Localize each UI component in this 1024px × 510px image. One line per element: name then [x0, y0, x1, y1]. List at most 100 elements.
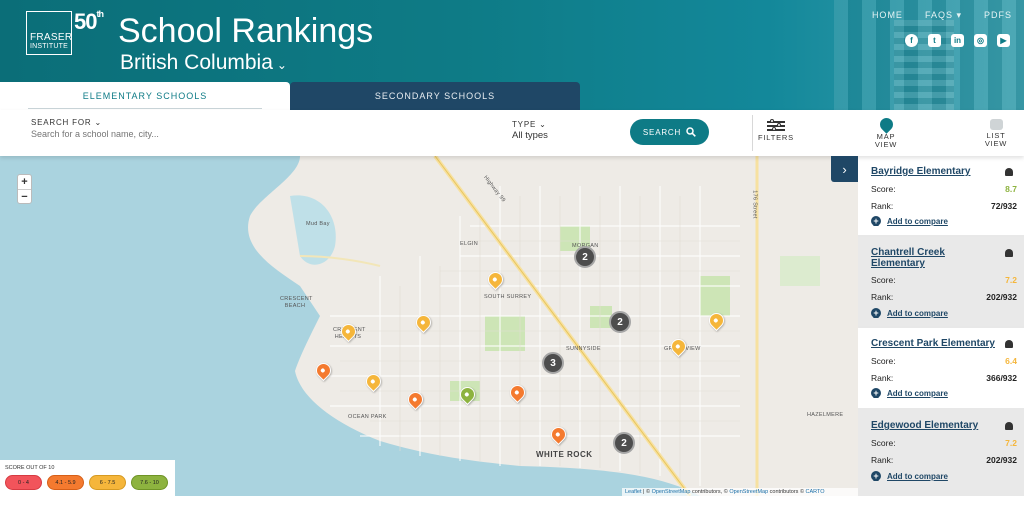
search-icon [686, 127, 696, 137]
school-cluster[interactable]: 2 [574, 246, 596, 268]
anniversary-number: 50 [74, 9, 98, 34]
search-for-dropdown[interactable]: SEARCH FOR ⌄ [31, 118, 102, 127]
nav-pdfs[interactable]: PDFS [984, 10, 1012, 21]
legend-range-low: 0 - 4 [5, 475, 42, 490]
add-to-compare-label: Add to compare [887, 216, 948, 226]
app-root: FRASER INSTITUTE 50th School Rankings Br… [0, 0, 1024, 510]
osm-link[interactable]: OpenStreetMap [652, 489, 691, 495]
school-cluster[interactable]: 2 [613, 432, 635, 454]
bell-icon[interactable] [1005, 340, 1013, 348]
logo-line1: FRASER [30, 32, 73, 43]
linkedin-icon[interactable]: in [951, 34, 964, 47]
twitter-icon[interactable]: t [928, 34, 941, 47]
school-card: Chantrell Creek Elementary Score: 7.2 Ran… [858, 237, 1024, 326]
score-value: 7.2 [1005, 438, 1017, 448]
leaflet-link[interactable]: Leaflet [625, 489, 642, 495]
rank-value: 72/932 [991, 201, 1017, 211]
school-card: Edgewood Elementary Score: 7.2 Rank: 202/9… [858, 410, 1024, 490]
youtube-icon[interactable]: ▶ [997, 34, 1010, 47]
tab-elementary-schools[interactable]: ELEMENTARY SCHOOLS [0, 82, 290, 110]
map-attribution: Leaflet | © OpenStreetMap contributors, … [622, 488, 858, 496]
map-label: Mud Bay [306, 221, 330, 227]
rank-row: Rank: 202/932 [871, 455, 1017, 465]
plus-icon: + [871, 388, 881, 398]
school-cluster[interactable]: 3 [542, 352, 564, 374]
map-label: SUNNYSIDE [566, 346, 601, 352]
score-legend: SCORE OUT OF 10 0 - 4 4.1 - 5.9 6 - 7.5 … [0, 460, 175, 496]
zoom-in-button[interactable]: + [18, 175, 31, 189]
filters-label: FILTERS [758, 133, 794, 142]
type-select[interactable]: All types [512, 130, 548, 141]
legend-title: SCORE OUT OF 10 [5, 465, 55, 471]
school-cluster[interactable]: 2 [609, 311, 631, 333]
anniversary-suffix: th [96, 9, 103, 19]
chevron-right-icon: › [842, 161, 847, 177]
type-label-text: TYPE [512, 120, 537, 129]
school-card: Bayridge Elementary Score: 8.7 Rank: 72/93… [858, 156, 1024, 235]
map-label: OCEAN PARK [348, 414, 387, 420]
score-label: Score: [871, 184, 896, 194]
instagram-icon[interactable]: ◎ [974, 34, 987, 47]
school-name-link[interactable]: Edgewood Elementary [871, 420, 1001, 431]
nav-faqs[interactable]: FAQS ▾ [925, 10, 962, 21]
map-view-button[interactable]: MAP VIEW [861, 115, 911, 150]
search-bar: SEARCH FOR ⌄ TYPE ⌄ All types SEARCH FIL… [0, 110, 1024, 156]
map-label-street: 176 Street [751, 190, 758, 219]
filters-button[interactable]: FILTERS [751, 116, 801, 150]
collapse-sidebar-button[interactable]: › [831, 156, 858, 182]
tab-divider-line [28, 108, 262, 109]
list-view-label: LIST VIEW [984, 131, 1008, 148]
tab-secondary-schools[interactable]: SECONDARY SCHOOLS [290, 82, 580, 110]
school-name-link[interactable]: Chantrell Creek Elementary [871, 247, 1001, 269]
map-label-white-rock: WHITE ROCK [536, 450, 593, 459]
anniversary-badge: 50th [74, 9, 104, 35]
list-view-button[interactable]: LIST VIEW [971, 116, 1021, 150]
score-row: Score: 7.2 [871, 438, 1017, 448]
add-to-compare-button[interactable]: + Add to compare [871, 308, 948, 318]
score-value: 8.7 [1005, 184, 1017, 194]
search-button[interactable]: SEARCH [630, 119, 709, 145]
add-to-compare-label: Add to compare [887, 388, 948, 398]
chevron-down-icon: ⌄ [539, 120, 547, 129]
add-to-compare-button[interactable]: + Add to compare [871, 471, 948, 481]
school-name-link[interactable]: Crescent Park Elementary [871, 338, 1021, 349]
province-selector[interactable]: British Columbia ⌄ [120, 51, 287, 75]
add-to-compare-button[interactable]: + Add to compare [871, 216, 948, 226]
search-input[interactable] [31, 128, 471, 140]
rank-row: Rank: 366/932 [871, 373, 1017, 383]
fraser-institute-logo[interactable]: FRASER INSTITUTE [26, 11, 72, 55]
rank-row: Rank: 72/932 [871, 201, 1017, 211]
logo-line2: INSTITUTE [30, 43, 68, 50]
nav-home[interactable]: HOME [872, 10, 903, 21]
facebook-icon[interactable]: f [905, 34, 918, 47]
score-row: Score: 7.2 [871, 275, 1017, 285]
list-icon [989, 119, 1003, 130]
zoom-out-button[interactable]: − [18, 189, 31, 203]
bell-icon[interactable] [1005, 168, 1013, 176]
osm-link[interactable]: OpenStreetMap [729, 489, 768, 495]
search-button-label: SEARCH [642, 127, 682, 137]
map-canvas[interactable]: Mud Bay ELGIN MORGAN SOUTH SURREY CRESCE… [0, 156, 858, 496]
add-to-compare-button[interactable]: + Add to compare [871, 388, 948, 398]
map-label: CRESCENT BEACH [280, 296, 313, 309]
attribution-text: contributors © [768, 489, 806, 495]
rank-value: 202/932 [986, 292, 1017, 302]
school-name-link[interactable]: Bayridge Elementary [871, 166, 1001, 177]
add-to-compare-label: Add to compare [887, 471, 948, 481]
plus-icon: + [871, 471, 881, 481]
top-navigation: HOME FAQS ▾ PDFS [872, 10, 1012, 21]
map-label: SOUTH SURREY [484, 294, 532, 300]
school-list-panel: Bayridge Elementary Score: 8.7 Rank: 72/93… [858, 156, 1024, 496]
rank-value: 202/932 [986, 455, 1017, 465]
score-value: 6.4 [1005, 356, 1017, 366]
rank-value: 366/932 [986, 373, 1017, 383]
carto-link[interactable]: CARTO [806, 489, 825, 495]
bell-icon[interactable] [1005, 249, 1013, 257]
bell-icon[interactable] [1005, 422, 1013, 430]
rank-label: Rank: [871, 373, 894, 383]
plus-icon: + [871, 216, 881, 226]
score-row: Score: 8.7 [871, 184, 1017, 194]
sliders-icon [767, 119, 785, 132]
map-view-label: MAP VIEW [874, 132, 898, 149]
attribution-text: contributors, © [690, 489, 730, 495]
